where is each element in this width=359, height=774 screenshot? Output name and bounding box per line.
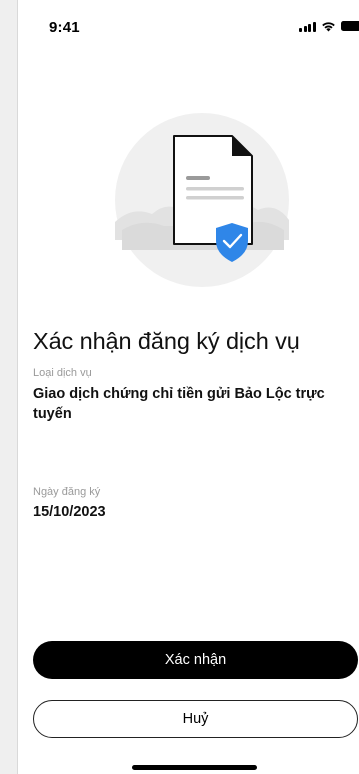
page-title: Xác nhận đăng ký dịch vụ — [33, 328, 300, 354]
document-shield-illustration — [115, 113, 289, 287]
cancel-button[interactable]: Huỷ — [33, 700, 358, 738]
home-indicator[interactable] — [132, 765, 257, 770]
status-bar: 9:41 — [18, 0, 359, 44]
service-type-value: Giao dịch chứng chỉ tiền gửi Bảo Lộc trự… — [33, 386, 325, 422]
status-icons — [299, 20, 359, 32]
phone-screen: 9:41 Xác nhận đăng ký dịch vụ Loại dịch … — [17, 0, 359, 774]
service-type-label: Loại dịch vụ — [33, 367, 92, 379]
status-time: 9:41 — [49, 19, 80, 36]
registration-date-value: 15/10/2023 — [33, 504, 106, 520]
signal-icon — [299, 21, 316, 32]
registration-date-label: Ngày đăng ký — [33, 486, 101, 498]
wifi-icon — [321, 21, 335, 31]
battery-icon — [340, 21, 359, 31]
confirm-button[interactable]: Xác nhận — [33, 641, 358, 679]
page-background: 9:41 Xác nhận đăng ký dịch vụ Loại dịch … — [0, 0, 359, 774]
